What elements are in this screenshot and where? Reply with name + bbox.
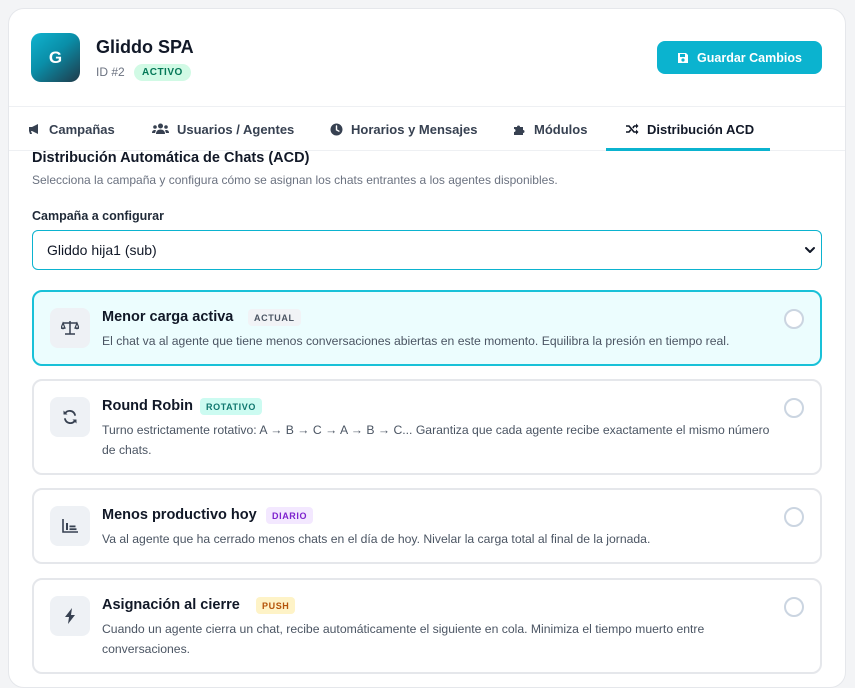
option-radio[interactable] [784,398,804,418]
option-description: Va al agente que ha cerrado menos chats … [102,532,651,546]
organization-card: G Gliddo SPA ID #2 ACTIVO Guardar Cambio… [8,8,846,688]
bolt-icon [50,596,90,636]
option-title: Menor carga activa [102,309,234,325]
campaign-select-value: Gliddo hija1 (sub) [47,242,157,258]
acd-option-least-active-load[interactable]: Menor carga activa ACTUAL El chat va al … [32,290,822,366]
option-radio[interactable] [784,597,804,617]
tab-bar: Campañas Usuarios / Agentes Horarios y M… [9,107,845,151]
acd-option-least-productive-today[interactable]: Menos productivo hoy DIARIO Va al agente… [32,488,822,564]
section-description: Selecciona la campaña y configura cómo s… [32,173,558,187]
option-radio[interactable] [784,309,804,329]
option-tag: DIARIO [266,507,314,524]
tab-users-agents[interactable]: Usuarios / Agentes [152,107,294,151]
tab-modules[interactable]: Módulos [512,107,587,151]
option-title: Menos productivo hoy [102,507,257,523]
shuffle-icon [625,122,639,136]
acd-option-round-robin[interactable]: Round Robin ROTATIVO Turno estrictamente… [32,379,822,475]
tab-acd-distribution[interactable]: Distribución ACD [625,107,754,151]
option-description: El chat va al agente que tiene menos con… [102,334,730,348]
tab-modules-label: Módulos [534,121,588,137]
users-icon [152,122,169,136]
option-tag: ROTATIVO [200,398,262,415]
tab-schedules-messages[interactable]: Horarios y Mensajes [329,107,477,151]
org-header: G Gliddo SPA ID #2 ACTIVO Guardar Cambio… [9,9,845,107]
floppy-disk-icon [677,52,689,64]
megaphone-icon [27,122,41,136]
option-title: Round Robin [102,398,194,414]
chevron-down-icon [803,243,817,257]
save-changes-button[interactable]: Guardar Cambios [657,41,822,74]
section-title: Distribución Automática de Chats (ACD) [32,150,310,166]
option-description: Turno estrictamente rotativo: A → B → C … [102,423,770,457]
acd-option-assignment-on-close[interactable]: Asignación al cierre PUSH Cuando un agen… [32,578,822,674]
option-description: Cuando un agente cierra un chat, recibe … [102,622,705,656]
sync-icon [50,397,90,437]
tab-schedules-messages-label: Horarios y Mensajes [351,121,478,137]
tab-acd-distribution-label: Distribución ACD [647,121,755,137]
clock-icon [329,122,343,136]
option-tag: ACTUAL [248,309,301,326]
option-title: Asignación al cierre [102,597,240,613]
balance-scale-icon [50,308,90,348]
campaign-select-label: Campaña a configurar [32,209,164,223]
tab-campaigns-label: Campañas [49,121,115,137]
org-name: Gliddo SPA [96,37,194,57]
org-id: ID #2 [96,65,125,79]
option-radio[interactable] [784,507,804,527]
tab-campaigns[interactable]: Campañas [27,107,115,151]
puzzle-icon [512,122,526,136]
tab-users-agents-label: Usuarios / Agentes [177,121,295,137]
option-tag: PUSH [256,597,296,614]
active-tab-indicator [606,148,770,151]
status-badge: ACTIVO [134,64,191,81]
campaign-select[interactable]: Gliddo hija1 (sub) [32,230,822,270]
org-logo: G [31,33,80,82]
save-changes-label: Guardar Cambios [697,50,802,65]
bar-chart-icon [50,506,90,546]
